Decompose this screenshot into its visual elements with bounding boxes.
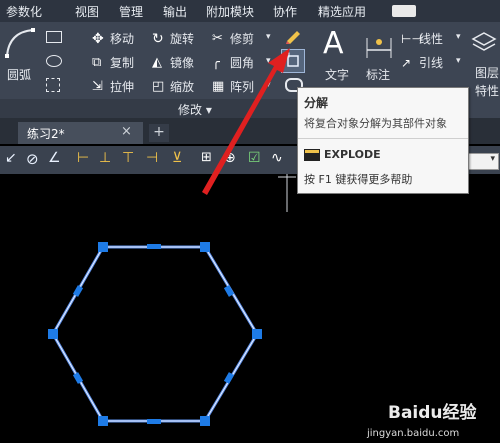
snap-angle-icon[interactable]: ∠ <box>48 150 68 170</box>
fillet-button[interactable]: ╭ 圆角 <box>212 54 254 71</box>
hexagon-selected[interactable] <box>51 245 259 423</box>
ellipse-button[interactable] <box>46 55 62 67</box>
hexagon-grips[interactable] <box>48 242 262 426</box>
erase-button[interactable] <box>283 27 303 45</box>
workspace-switch-button[interactable] <box>392 5 416 17</box>
arc-icon <box>5 28 35 58</box>
tab-close-icon[interactable]: × <box>121 124 132 139</box>
tab-document[interactable]: 练习2* × <box>18 122 143 144</box>
grip-midpoint[interactable] <box>147 244 161 249</box>
leader-button[interactable]: ↗ 引线 <box>401 54 443 71</box>
menu-collaborate[interactable]: 协作 <box>273 3 297 20</box>
scissors-icon: ✂ <box>212 30 223 46</box>
fillet-dropdown-icon[interactable]: ▾ <box>266 56 271 66</box>
explode-icon <box>284 52 299 67</box>
snap-check-icon[interactable]: ☑ <box>248 150 268 170</box>
tooltip-title: 分解 <box>304 96 329 110</box>
grip-vertex[interactable] <box>200 242 210 252</box>
layers-icon <box>471 32 497 51</box>
command-icon <box>304 149 320 161</box>
copy-icon: ⧉ <box>92 54 102 70</box>
menu-bar: 参数化 视图 管理 输出 附加模块 协作 精选应用 <box>0 0 500 22</box>
grip-vertex[interactable] <box>252 329 262 339</box>
snap-midpoint-icon[interactable]: ⊥ <box>99 150 119 170</box>
tooltip-description: 将复合对象分解为其部件对象 <box>304 117 447 130</box>
text-label: 文字 <box>325 68 350 82</box>
modify-panel-footer: 修改 ▾ <box>0 99 300 118</box>
scale-button[interactable]: ◰ 缩放 <box>152 78 194 95</box>
grip-vertex[interactable] <box>98 242 108 252</box>
text-icon[interactable]: A <box>323 26 344 61</box>
snap-insert-icon[interactable]: ⊞ <box>201 150 221 170</box>
dimension-icon <box>366 38 392 58</box>
trim-button[interactable]: ✂ 修剪 <box>212 30 254 47</box>
hatch-button[interactable] <box>46 78 60 92</box>
tooltip-help: 按 F1 键获得更多帮助 <box>304 173 413 186</box>
stretch-button[interactable]: ⇲ 拉伸 <box>92 78 134 95</box>
grip-midpoint[interactable] <box>147 419 161 424</box>
rotate-icon: ↻ <box>152 30 164 47</box>
leader-icon: ↗ <box>401 55 412 70</box>
snap-line-icon[interactable]: ↙ <box>5 150 25 170</box>
copy-button[interactable]: ⧉ 复制 <box>92 54 134 71</box>
snap-circle-icon[interactable]: ⊘ <box>26 150 46 170</box>
snap-wave-icon[interactable]: ∿ <box>271 150 291 170</box>
leader-dropdown-icon[interactable]: ▾ <box>456 56 461 66</box>
stretch-icon: ⇲ <box>92 78 103 94</box>
grip-vertex[interactable] <box>48 329 58 339</box>
hexagon-outline <box>52 246 258 422</box>
grip-vertex[interactable] <box>200 416 210 426</box>
move-icon: ✥ <box>92 30 104 47</box>
toolbar-dropdown-icon: ▾ <box>490 154 495 164</box>
arc-label: 圆弧 <box>7 68 32 82</box>
array-button[interactable]: ▦ 阵列 <box>212 78 254 95</box>
linear-button[interactable]: ⊢⊣ 线性 <box>401 30 443 47</box>
grip-vertex[interactable] <box>98 416 108 426</box>
menu-addins[interactable]: 附加模块 <box>206 3 254 20</box>
menu-featured-apps[interactable]: 精选应用 <box>318 3 366 20</box>
properties-label: 特性 <box>475 84 500 98</box>
trim-dropdown-icon[interactable]: ▾ <box>266 32 271 42</box>
explode-button[interactable] <box>281 49 305 73</box>
eraser-icon <box>286 31 300 44</box>
layers-button[interactable] <box>471 30 497 58</box>
snap-center-icon[interactable]: ⊤ <box>122 150 142 170</box>
mirror-button[interactable]: ◭ 镜像 <box>152 54 194 71</box>
tab-document-label: 练习2* <box>27 127 65 141</box>
new-tab-button[interactable]: + <box>149 124 169 142</box>
linear-dropdown-icon[interactable]: ▾ <box>456 32 461 42</box>
toolbar-dropdown[interactable]: ▾ <box>465 153 499 170</box>
move-button[interactable]: ✥ 移动 <box>92 30 134 47</box>
scale-icon: ◰ <box>152 78 165 94</box>
array-dropdown-icon[interactable]: ▾ <box>266 80 271 90</box>
menu-output[interactable]: 输出 <box>163 3 187 20</box>
dimension-label: 标注 <box>366 68 391 82</box>
dimension-button[interactable] <box>364 28 394 62</box>
modify-panel-label[interactable]: 修改 ▾ <box>178 101 212 118</box>
menu-manage[interactable]: 管理 <box>119 3 143 20</box>
layers-label: 图层 <box>475 66 500 80</box>
fillet-icon: ╭ <box>212 54 220 70</box>
linear-dim-icon: ⊢⊣ <box>401 31 422 46</box>
snap-endpoint-icon[interactable]: ⊢ <box>77 150 97 170</box>
mirror-icon: ◭ <box>152 54 162 70</box>
baidu-watermark: Baidu经验 <box>388 403 477 423</box>
snap-settings-icon[interactable]: ⊕ <box>224 150 244 170</box>
watermark-url: jingyan.baidu.com <box>367 428 460 439</box>
tooltip-divider <box>298 138 468 139</box>
array-icon: ▦ <box>212 78 225 94</box>
tooltip-command: EXPLODE <box>324 148 381 161</box>
menu-view[interactable]: 视图 <box>75 3 99 20</box>
snap-node-icon[interactable]: ⊣ <box>146 150 166 170</box>
explode-tooltip: 分解 将复合对象分解为其部件对象 EXPLODE 按 F1 键获得更多帮助 <box>297 87 469 194</box>
menu-parametric[interactable]: 参数化 <box>6 3 42 20</box>
rotate-button[interactable]: ↻ 旋转 <box>152 30 194 47</box>
rectangle-button[interactable] <box>46 31 62 43</box>
snap-quadrant-icon[interactable]: ⊻ <box>172 150 192 170</box>
